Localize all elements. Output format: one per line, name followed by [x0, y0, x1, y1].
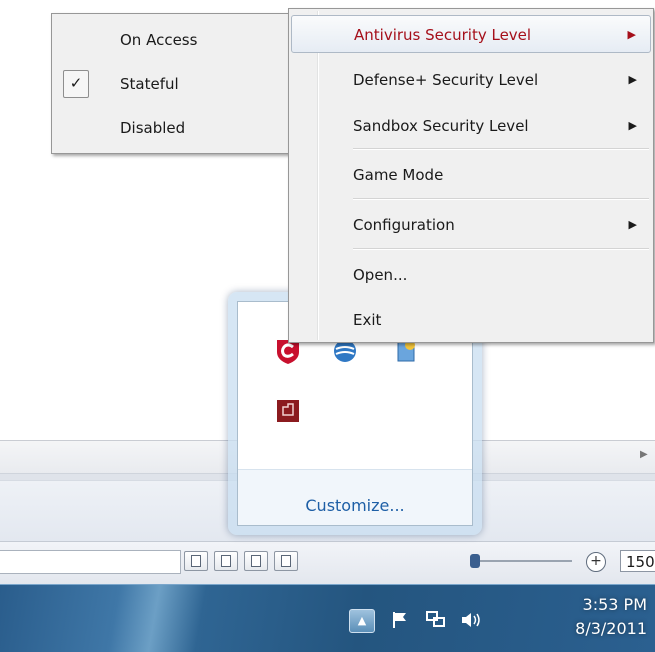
menu-item-configuration[interactable]: Configuration ▶: [291, 206, 651, 244]
submenu-item-disabled[interactable]: Disabled: [54, 106, 286, 150]
checkmark-icon: ✓: [63, 70, 89, 98]
submenu-item-label: Stateful: [120, 75, 179, 93]
menu-item-label: Defense+ Security Level: [353, 71, 539, 89]
menu-separator: [353, 148, 649, 150]
menu-item-label: Antivirus Security Level: [354, 26, 532, 44]
print-layout-view-button[interactable]: [184, 551, 208, 571]
submenu-item-label: Disabled: [120, 119, 186, 137]
menu-item-exit[interactable]: Exit: [291, 301, 651, 339]
menu-item-label: Configuration: [353, 216, 455, 234]
menu-item-antivirus-security-level[interactable]: Antivirus Security Level ▶: [291, 15, 651, 53]
antivirus-level-submenu: On Access ✓ Stateful Disabled: [51, 13, 289, 154]
zoom-in-icon[interactable]: +: [586, 552, 606, 572]
scroll-right-arrow[interactable]: ▶: [640, 449, 648, 460]
action-center-flag-icon[interactable]: [388, 609, 412, 631]
menu-item-game-mode[interactable]: Game Mode: [291, 156, 651, 194]
submenu-arrow-icon: ▶: [628, 73, 637, 86]
menu-item-label: Game Mode: [353, 166, 444, 184]
comodo-firewall-icon[interactable]: [274, 397, 302, 425]
volume-icon[interactable]: [459, 609, 483, 631]
app-status-bar: + 150: [0, 541, 655, 584]
zoom-slider-thumb[interactable]: [470, 554, 480, 568]
menu-item-label: Sandbox Security Level: [353, 117, 529, 135]
menu-separator: [353, 198, 649, 200]
outline-view-button[interactable]: [274, 551, 298, 571]
submenu-item-on-access[interactable]: On Access: [54, 18, 286, 62]
menu-item-label: Exit: [353, 311, 382, 329]
system-clock[interactable]: 3:53 PM 8/3/2011: [575, 593, 647, 641]
show-hidden-icons-button[interactable]: ▲: [349, 609, 375, 633]
submenu-item-stateful[interactable]: ✓ Stateful: [54, 62, 286, 106]
customize-link[interactable]: Customize...: [238, 496, 472, 515]
menu-item-defense-security-level[interactable]: Defense+ Security Level ▶: [291, 61, 651, 99]
zoom-slider-track[interactable]: [480, 560, 572, 562]
windows-taskbar: ▲ 3:53 PM 8/3/2011: [0, 584, 655, 652]
submenu-arrow-icon: ▶: [628, 119, 637, 132]
clock-time: 3:53 PM: [582, 595, 647, 614]
network-icon[interactable]: [424, 609, 448, 631]
submenu-item-label: On Access: [120, 31, 198, 49]
full-screen-view-button[interactable]: [214, 551, 238, 571]
submenu-arrow-icon: ▶: [627, 28, 636, 41]
comodo-tray-context-menu: Antivirus Security Level ▶ Defense+ Secu…: [288, 8, 654, 343]
status-field: [0, 550, 181, 574]
menu-separator: [353, 248, 649, 250]
web-layout-view-button[interactable]: [244, 551, 268, 571]
menu-item-sandbox-security-level[interactable]: Sandbox Security Level ▶: [291, 107, 651, 145]
clock-date: 8/3/2011: [575, 619, 647, 638]
menu-item-open[interactable]: Open...: [291, 256, 651, 294]
submenu-arrow-icon: ▶: [628, 218, 637, 231]
zoom-level-value[interactable]: 150: [620, 550, 655, 572]
menu-item-label: Open...: [353, 266, 408, 284]
